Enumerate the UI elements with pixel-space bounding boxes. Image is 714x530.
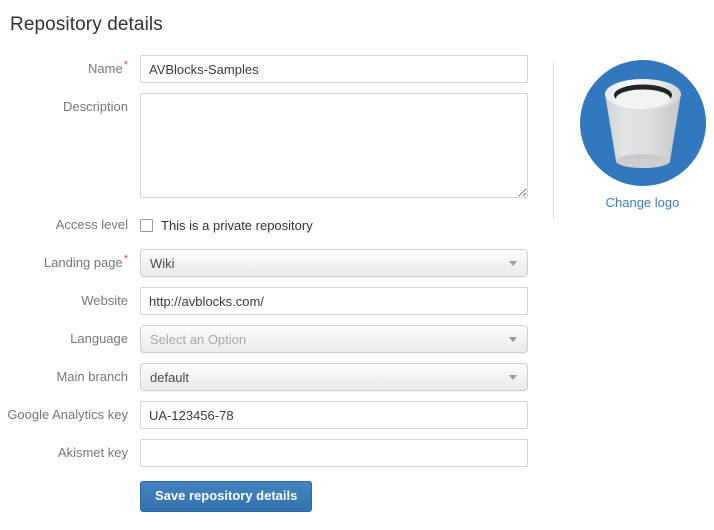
repository-logo[interactable]	[579, 60, 706, 186]
label-description: Description	[0, 93, 140, 115]
label-akismet-key-text: Akismet key	[57, 445, 128, 460]
private-repository-label: This is a private repository	[161, 217, 313, 233]
vertical-divider	[553, 62, 554, 219]
field-main-branch: default	[140, 363, 528, 391]
label-submit-spacer	[0, 481, 140, 487]
field-access-level: This is a private repository	[140, 211, 528, 239]
page-title: Repository details	[10, 14, 163, 35]
label-name-text: Name	[88, 61, 123, 76]
required-marker-landing-page: *	[123, 252, 128, 265]
label-description-text: Description	[62, 99, 128, 114]
field-google-analytics-key	[140, 401, 528, 429]
language-select[interactable]: Select an Option	[140, 325, 528, 353]
private-repository-checkbox[interactable]	[140, 218, 153, 232]
akismet-key-input[interactable]	[140, 439, 528, 467]
field-name	[140, 55, 528, 83]
form-row-landing-page: Landing page* Wiki	[0, 249, 553, 277]
label-website: Website	[0, 287, 140, 309]
label-website-text: Website	[81, 293, 128, 308]
label-main-branch: Main branch	[0, 363, 140, 385]
bucket-icon	[604, 79, 681, 168]
website-input[interactable]	[140, 287, 528, 315]
label-language: Language	[0, 325, 140, 347]
form-row-submit: Save repository details	[0, 481, 553, 512]
form-row-language: Language Select an Option	[0, 325, 553, 353]
form-row-google-analytics-key: Google Analytics key	[0, 401, 553, 429]
field-landing-page: Wiki	[140, 249, 528, 277]
form-row-akismet-key: Akismet key	[0, 439, 553, 467]
label-access-level-text: Access level	[55, 217, 128, 232]
label-language-text: Language	[70, 331, 128, 346]
save-repository-details-button[interactable]: Save repository details	[140, 481, 313, 512]
required-marker-name: *	[123, 58, 128, 71]
landing-page-select[interactable]: Wiki	[140, 249, 528, 277]
label-akismet-key: Akismet key	[0, 439, 140, 461]
form-row-name: Name*	[0, 55, 553, 83]
label-main-branch-text: Main branch	[56, 369, 128, 384]
language-select-wrap[interactable]: Select an Option	[140, 325, 528, 353]
name-input[interactable]	[140, 55, 528, 83]
logo-panel: Change logo	[571, 60, 714, 210]
field-website	[140, 287, 528, 315]
label-landing-page: Landing page*	[0, 249, 140, 271]
field-description	[140, 93, 528, 201]
main-branch-select[interactable]: default	[140, 363, 528, 391]
label-google-analytics-key: Google Analytics key	[0, 401, 140, 423]
form-row-description: Description	[0, 93, 553, 201]
label-landing-page-text: Landing page	[43, 255, 123, 270]
form-row-access-level: Access level This is a private repositor…	[0, 211, 553, 239]
repository-details-form: Name* Description Access level This is a…	[0, 55, 553, 522]
form-row-main-branch: Main branch default	[0, 363, 553, 391]
label-access-level: Access level	[0, 211, 140, 233]
label-name: Name*	[0, 55, 140, 77]
form-row-website: Website	[0, 287, 553, 315]
label-google-analytics-key-text: Google Analytics key	[7, 407, 128, 422]
google-analytics-key-input[interactable]	[140, 401, 528, 429]
landing-page-select-wrap[interactable]: Wiki	[140, 249, 528, 277]
field-language: Select an Option	[140, 325, 528, 353]
change-logo-link[interactable]: Change logo	[606, 195, 680, 210]
main-branch-select-wrap[interactable]: default	[140, 363, 528, 391]
description-textarea[interactable]	[140, 93, 528, 198]
private-repository-checkbox-row[interactable]: This is a private repository	[140, 211, 528, 239]
field-akismet-key	[140, 439, 528, 467]
field-submit: Save repository details	[140, 481, 528, 512]
